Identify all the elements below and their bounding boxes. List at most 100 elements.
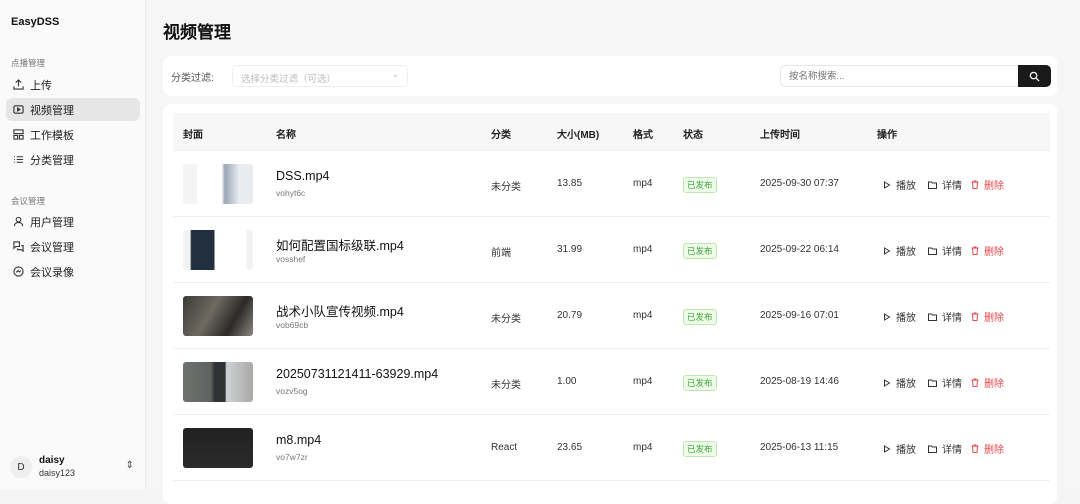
status-badge: 已发布 xyxy=(683,243,717,259)
search-button[interactable] xyxy=(1018,65,1051,87)
status-badge: 已发布 xyxy=(683,177,717,193)
upload-time: 2025-09-16 07:01 xyxy=(760,310,839,321)
delete-label: 删除 xyxy=(984,181,1004,192)
video-category: 未分类 xyxy=(491,314,521,325)
video-size: 20.79 xyxy=(557,310,583,321)
play-button[interactable]: 播放 xyxy=(883,375,916,390)
user-menu[interactable]: D daisy daisy123 ⇕ xyxy=(10,452,138,482)
trash-icon xyxy=(971,246,979,255)
folder-icon xyxy=(928,313,937,321)
filter-bar: 分类过滤: 选择分类过滤（可选） ⌄ xyxy=(163,56,1057,96)
sidebar-item-categories[interactable]: 分类管理 xyxy=(6,148,140,171)
meeting-icon xyxy=(12,241,24,253)
delete-button[interactable]: 删除 xyxy=(971,309,1004,324)
sidebar-item-meetings[interactable]: 会议管理 xyxy=(6,235,140,258)
nav-group-vod: 点播管理 xyxy=(11,58,46,68)
detail-label: 详情 xyxy=(942,379,962,390)
video-id: vosshef xyxy=(276,254,306,264)
folder-icon xyxy=(928,247,937,255)
sidebar-item-templates[interactable]: 工作模板 xyxy=(6,123,140,146)
status-badge: 已发布 xyxy=(683,375,717,391)
play-button[interactable]: 播放 xyxy=(883,309,916,324)
sidebar-item-label: 视频管理 xyxy=(30,104,74,117)
sidebar: EasyDSS 点播管理 上传 视频管理 工作模板 分类管理 会议管理 用户管理… xyxy=(0,0,146,489)
delete-label: 删除 xyxy=(984,247,1004,258)
video-size: 31.99 xyxy=(557,244,583,255)
upload-time: 2025-06-13 11:15 xyxy=(760,442,839,453)
header-format: 格式 xyxy=(633,130,653,141)
video-size: 23.65 xyxy=(557,442,583,453)
user-name: daisy xyxy=(39,455,65,466)
template-icon xyxy=(12,129,24,141)
detail-button[interactable]: 详情 xyxy=(928,243,962,258)
sidebar-item-users[interactable]: 用户管理 xyxy=(6,210,140,233)
category-select[interactable]: 选择分类过滤（可选） ⌄ xyxy=(232,65,408,87)
play-icon xyxy=(884,246,891,255)
detail-label: 详情 xyxy=(942,313,962,324)
video-thumbnail[interactable] xyxy=(183,296,253,336)
delete-label: 删除 xyxy=(984,445,1004,456)
video-table: 封面 名称 分类 大小(MB) 格式 状态 上传时间 操作 DSS.mp4 vo… xyxy=(163,104,1057,504)
video-category: React xyxy=(491,442,518,453)
search-icon xyxy=(1029,71,1040,82)
delete-button[interactable]: 删除 xyxy=(971,441,1004,456)
list-icon xyxy=(12,154,24,166)
folder-icon xyxy=(928,181,937,189)
table-row: 如何配置国标级联.mp4 vosshef 前端 31.99 mp4 已发布 20… xyxy=(173,217,1050,283)
video-thumbnail[interactable] xyxy=(183,362,253,402)
header-size: 大小(MB) xyxy=(557,130,600,141)
main-content: 视频管理 分类过滤: 选择分类过滤（可选） ⌄ 封面 名称 分类 大小(MB) 格… xyxy=(147,0,1080,504)
play-icon xyxy=(884,180,891,189)
table-row: m8.mp4 vo7w7zr React 23.65 mp4 已发布 2025-… xyxy=(173,415,1050,481)
play-label: 播放 xyxy=(896,247,916,258)
video-id: vozv5og xyxy=(276,386,308,396)
video-name: 战术小队宣传视频.mp4 xyxy=(276,305,404,319)
detail-label: 详情 xyxy=(942,181,962,192)
header-actions: 操作 xyxy=(877,130,897,141)
video-icon xyxy=(12,104,24,116)
sidebar-item-label: 会议管理 xyxy=(30,241,74,254)
folder-icon xyxy=(928,379,937,387)
play-button[interactable]: 播放 xyxy=(883,243,916,258)
delete-button[interactable]: 删除 xyxy=(971,177,1004,192)
delete-label: 删除 xyxy=(984,313,1004,324)
detail-button[interactable]: 详情 xyxy=(928,375,962,390)
video-format: mp4 xyxy=(633,376,653,387)
user-account: daisy123 xyxy=(39,468,76,478)
sidebar-item-label: 分类管理 xyxy=(30,154,74,167)
status-badge: 已发布 xyxy=(683,441,717,457)
sidebar-item-label: 工作模板 xyxy=(30,129,74,142)
detail-button[interactable]: 详情 xyxy=(928,177,962,192)
video-thumbnail[interactable] xyxy=(183,428,253,468)
sidebar-item-recordings[interactable]: 会议录像 xyxy=(6,260,140,283)
video-category: 未分类 xyxy=(491,182,521,193)
status-badge: 已发布 xyxy=(683,309,717,325)
sidebar-item-upload[interactable]: 上传 xyxy=(6,73,140,96)
user-icon xyxy=(12,216,24,228)
header-upload-time: 上传时间 xyxy=(760,130,800,141)
delete-label: 删除 xyxy=(984,379,1004,390)
play-button[interactable]: 播放 xyxy=(883,441,916,456)
video-format: mp4 xyxy=(633,310,653,321)
page-title: 视频管理 xyxy=(163,23,231,42)
video-format: mp4 xyxy=(633,442,653,453)
video-size: 13.85 xyxy=(557,178,583,189)
video-thumbnail[interactable] xyxy=(183,230,253,270)
select-placeholder: 选择分类过滤（可选） xyxy=(241,74,337,85)
delete-button[interactable]: 删除 xyxy=(971,243,1004,258)
sidebar-item-label: 用户管理 xyxy=(30,216,74,229)
search-input[interactable] xyxy=(780,65,1018,87)
chevron-up-down-icon[interactable]: ⇕ xyxy=(126,460,134,471)
video-category: 未分类 xyxy=(491,380,521,391)
play-button[interactable]: 播放 xyxy=(883,177,916,192)
sidebar-item-video-management[interactable]: 视频管理 xyxy=(6,98,140,121)
header-cover: 封面 xyxy=(183,130,203,141)
filter-label: 分类过滤: xyxy=(171,73,214,84)
video-size: 1.00 xyxy=(557,376,577,387)
delete-button[interactable]: 删除 xyxy=(971,375,1004,390)
avatar: D xyxy=(10,456,32,478)
detail-button[interactable]: 详情 xyxy=(928,309,962,324)
video-thumbnail[interactable] xyxy=(183,164,253,204)
detail-button[interactable]: 详情 xyxy=(928,441,962,456)
video-name: 20250731121411-63929.mp4 xyxy=(276,367,439,381)
